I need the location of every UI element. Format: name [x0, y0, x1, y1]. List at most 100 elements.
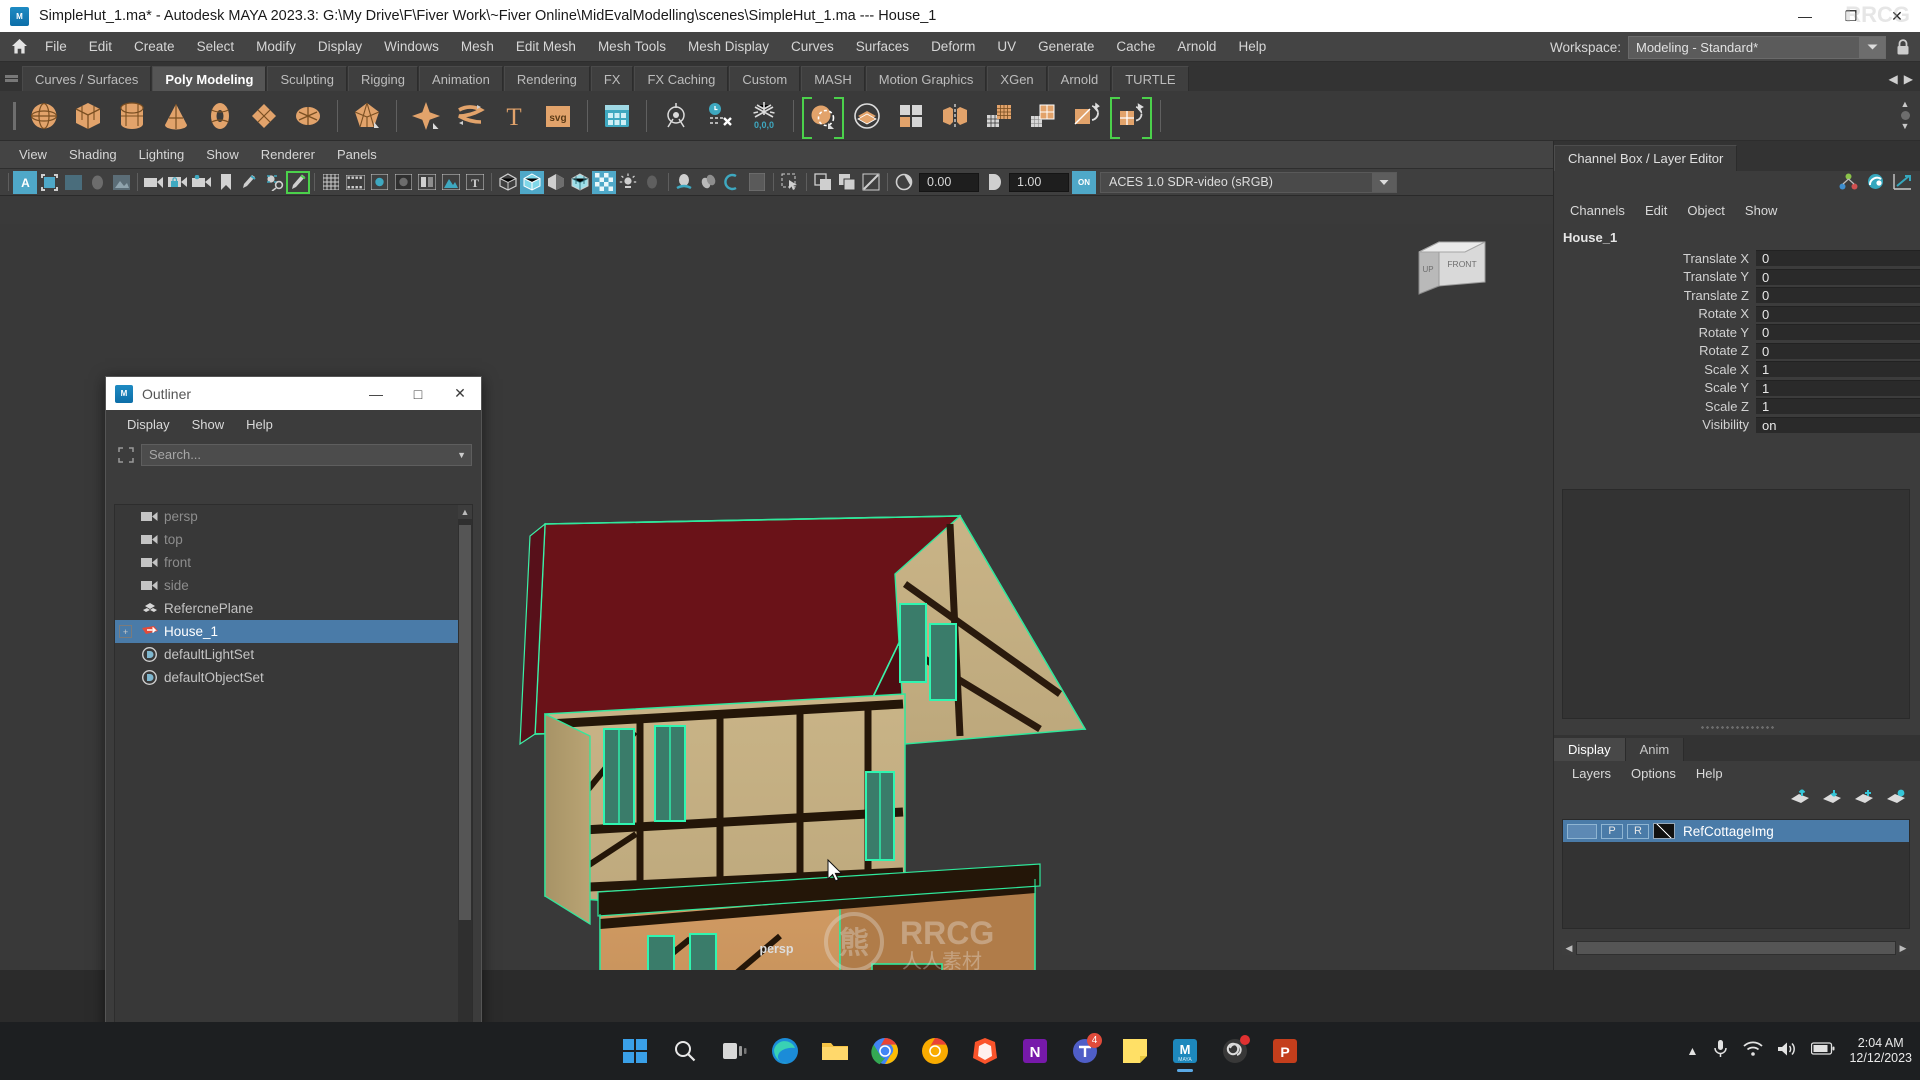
home-icon[interactable] [4, 38, 34, 55]
channel-row[interactable]: Rotate X 0 [1554, 305, 1920, 324]
outliner-item-side[interactable]: side [115, 574, 472, 597]
wireframe-shading-icon[interactable] [496, 171, 520, 194]
shadow-map-icon[interactable] [640, 171, 664, 194]
gamma-correct-icon[interactable] [745, 171, 769, 194]
layer-editor-menu-help[interactable]: Help [1686, 761, 1733, 787]
wire-on-shaded-icon[interactable] [568, 171, 592, 194]
shelf-scroll-down-icon[interactable]: ▼ [1901, 122, 1910, 131]
channel-row[interactable]: Translate Y 0 [1554, 268, 1920, 287]
move-layer-up-icon[interactable] [1790, 789, 1810, 810]
shaded-half-icon[interactable] [544, 171, 568, 194]
shelf-tab-animation[interactable]: Animation [419, 66, 503, 91]
xray-active-component-icon[interactable] [286, 170, 310, 194]
texture-shading-icon[interactable] [592, 170, 616, 194]
svg-tool-icon[interactable]: svg [536, 94, 580, 138]
layer-row[interactable]: P R RefCottageImg [1563, 820, 1909, 842]
channel-value[interactable]: 0 [1756, 268, 1920, 285]
maximize-button[interactable]: ❐ [1828, 0, 1874, 32]
exposure-icon[interactable] [892, 171, 916, 194]
chrome-canary-icon[interactable] [912, 1028, 958, 1074]
viewport-menu-panels[interactable]: Panels [326, 141, 388, 169]
menu-item-mesh[interactable]: Mesh [450, 32, 505, 62]
modeling-toolkit-icon[interactable] [1866, 173, 1885, 195]
menu-item-arnold[interactable]: Arnold [1166, 32, 1227, 62]
shelf-tab-arnold[interactable]: Arnold [1047, 66, 1112, 91]
shelf-tab-sculpting[interactable]: Sculpting [267, 66, 347, 91]
isolate-select-icon[interactable] [811, 171, 835, 194]
poly-disc-icon[interactable] [286, 94, 330, 138]
chevron-up-icon[interactable]: ▲ [1687, 1044, 1699, 1058]
expand-toggle-icon[interactable]: + [119, 625, 132, 638]
viewport-menu-view[interactable]: View [8, 141, 58, 169]
layer-color-swatch[interactable] [1653, 823, 1675, 839]
grease-pencil-icon[interactable] [238, 171, 262, 194]
select-tool-icon[interactable] [778, 171, 802, 194]
layer-editor-tab-display[interactable]: Display [1554, 738, 1626, 761]
outliner-item-defaultobjectset[interactable]: defaultObjectSet [115, 666, 472, 689]
menu-item-windows[interactable]: Windows [373, 32, 450, 62]
shelf-scroll-buttons[interactable]: ▲ ▼ [1894, 100, 1920, 131]
outliner-item-top[interactable]: top [115, 528, 472, 551]
menu-item-display[interactable]: Display [307, 32, 373, 62]
taskbar-clock[interactable]: 2:04 AM 12/12/2023 [1849, 1036, 1912, 1066]
viewport-menu-shading[interactable]: Shading [58, 141, 128, 169]
layer-visibility-toggle[interactable] [1567, 823, 1597, 839]
chevron-down-icon[interactable] [1859, 36, 1885, 58]
shelf-tab-motion-graphics[interactable]: Motion Graphics [865, 66, 987, 91]
view-cube-gizmo[interactable]: UP FRONT [1413, 234, 1497, 296]
camera-gate-icon[interactable] [190, 171, 214, 194]
edge-icon[interactable] [762, 1028, 808, 1074]
menu-item-curves[interactable]: Curves [780, 32, 845, 62]
attribute-editor-icon[interactable] [1839, 173, 1858, 195]
channel-row[interactable]: Scale X 1 [1554, 360, 1920, 379]
layer-playback-toggle[interactable]: P [1601, 823, 1623, 839]
smooth-icon[interactable] [977, 94, 1021, 138]
menu-item-uv[interactable]: UV [986, 32, 1027, 62]
shelf-tab-fx[interactable]: FX [590, 66, 634, 91]
menu-item-generate[interactable]: Generate [1027, 32, 1105, 62]
viewport-menu-renderer[interactable]: Renderer [250, 141, 326, 169]
layer-editor-layer-list[interactable]: P R RefCottageImg [1562, 819, 1910, 929]
viewport-image-icon[interactable] [439, 171, 463, 194]
layer-editor-horizontal-scrollbar[interactable]: ◀ ▶ [1562, 941, 1910, 955]
channel-box-menu-show[interactable]: Show [1735, 197, 1788, 225]
isolate-add-icon[interactable] [835, 171, 859, 194]
sticky-notes-icon[interactable] [1112, 1028, 1158, 1074]
panel-splitter-handle[interactable] [1700, 725, 1774, 730]
channel-row[interactable]: Scale Z 1 [1554, 397, 1920, 416]
poly-type-icon[interactable] [404, 94, 448, 138]
menu-item-deform[interactable]: Deform [920, 32, 986, 62]
channel-value[interactable]: 1 [1756, 379, 1920, 396]
center-pivot-icon[interactable] [654, 94, 698, 138]
microphone-icon[interactable] [1712, 1039, 1729, 1063]
bevel-icon[interactable] [1065, 94, 1109, 138]
scroll-up-arrow-icon[interactable]: ▲ [458, 505, 472, 519]
hud-text-icon[interactable]: T [463, 171, 487, 194]
powerpoint-icon[interactable]: P [1262, 1028, 1308, 1074]
menu-item-modify[interactable]: Modify [245, 32, 307, 62]
menu-item-create[interactable]: Create [123, 32, 186, 62]
shelf-prev-arrow-icon[interactable]: ◀ [1886, 72, 1901, 86]
shelf-tab-rendering[interactable]: Rendering [503, 66, 590, 91]
render-region-icon[interactable] [85, 171, 109, 194]
brave-icon[interactable] [962, 1028, 1008, 1074]
shelf-tab-xgen[interactable]: XGen [987, 66, 1047, 91]
obs-icon[interactable] [1212, 1028, 1258, 1074]
volume-icon[interactable] [1777, 1041, 1797, 1062]
outliner-window[interactable]: M Outliner — □ ✕ Display Show Help Search.… [105, 376, 482, 1080]
maya-icon[interactable]: M MAYA [1162, 1028, 1208, 1074]
shelf-tab-rigging[interactable]: Rigging [347, 66, 419, 91]
extrude-icon[interactable] [1021, 94, 1065, 138]
menu-item-cache[interactable]: Cache [1105, 32, 1166, 62]
interactive-creation-icon[interactable] [595, 94, 639, 138]
ao-toggle-icon[interactable] [391, 171, 415, 194]
outliner-item-defaultlightset[interactable]: defaultLightSet [115, 643, 472, 666]
grid-toggle-icon[interactable] [319, 171, 343, 194]
outliner-vertical-scrollbar[interactable]: ▲ ▼ [458, 505, 472, 1041]
outliner-title-bar[interactable]: M Outliner — □ ✕ [106, 377, 481, 410]
shelf-tab-poly-modeling[interactable]: Poly Modeling [152, 66, 267, 91]
channel-row[interactable]: Rotate Z 0 [1554, 342, 1920, 361]
scroll-left-arrow-icon[interactable]: ◀ [1562, 941, 1576, 955]
freeze-transform-icon[interactable]: 0,0,0 [742, 94, 786, 138]
move-layer-down-icon[interactable] [1822, 789, 1842, 810]
